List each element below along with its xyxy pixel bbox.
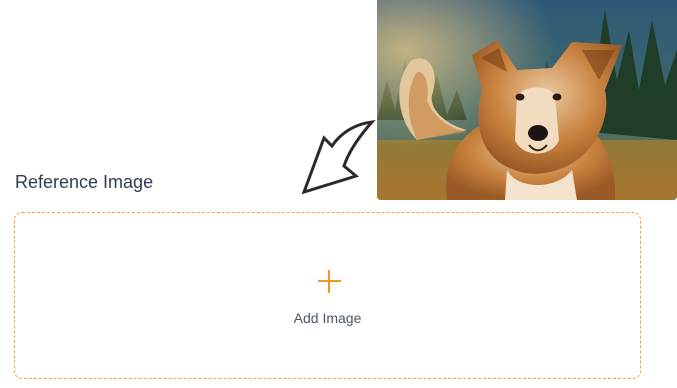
section-title: Reference Image <box>15 172 154 192</box>
curved-arrow-icon <box>301 120 376 195</box>
plus-icon[interactable] <box>318 270 341 293</box>
dog-photo-image <box>377 0 677 200</box>
page: Reference Image Add Image <box>0 0 677 388</box>
add-image-label: Add Image <box>293 310 362 326</box>
reference-dog-photo <box>377 0 677 200</box>
add-image-dropzone[interactable]: Add Image <box>14 212 641 379</box>
